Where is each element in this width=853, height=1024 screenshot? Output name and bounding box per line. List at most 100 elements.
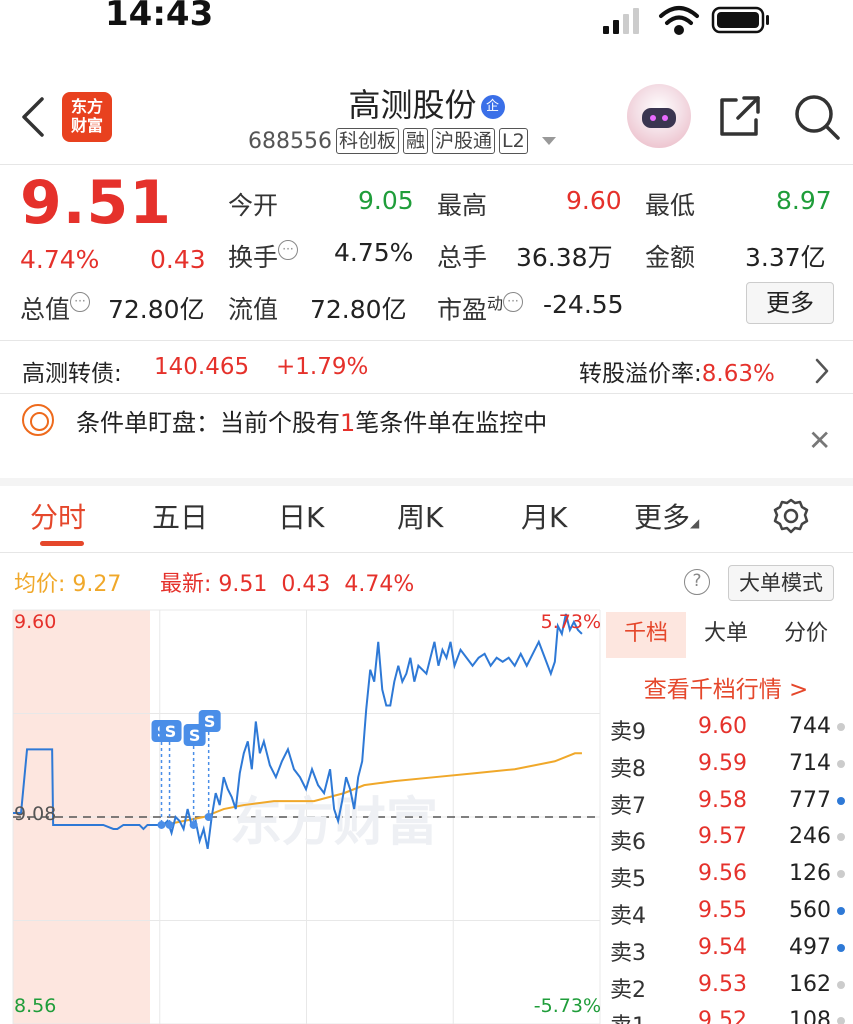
order-book-row[interactable]: 卖5 9.56 126 [610, 861, 845, 898]
y-min-label: 8.56 [14, 995, 56, 1017]
level-volume: 246 [789, 824, 831, 850]
bond-price: 140.465 [154, 354, 250, 380]
tab-intraday[interactable]: 分时 [30, 496, 86, 536]
order-book-row[interactable]: 卖2 9.53 162 [610, 972, 845, 1009]
wifi-icon [659, 6, 699, 35]
pe-label[interactable]: 市盈动 ··· [437, 290, 524, 326]
target-icon [22, 404, 54, 436]
condition-order-alert[interactable]: 条件单盯盘：当前个股有1笔条件单在监控中 [76, 403, 547, 438]
order-dot-icon [837, 980, 845, 989]
high-label: 最高 [437, 191, 488, 220]
level-volume: 744 [789, 714, 831, 739]
tab-monthly-k[interactable]: 月K [521, 496, 567, 536]
chevron-right-icon[interactable] [814, 357, 830, 389]
tab-weekly-k[interactable]: 周K [397, 496, 443, 536]
sell-marker-label: S [165, 722, 177, 741]
tab-five-day[interactable]: 五日 [152, 496, 208, 536]
mktcap-label[interactable]: 总值 ··· [20, 290, 91, 326]
search-icon [795, 95, 840, 140]
latest-info: 最新: 9.51 0.43 4.74% [160, 572, 415, 597]
level-volume: 560 [789, 898, 831, 923]
tab-thousand-level[interactable]: 千档 [606, 612, 686, 658]
big-order-mode-button[interactable]: 大单模式 [728, 565, 834, 601]
search-button[interactable] [793, 93, 841, 145]
close-icon[interactable]: ✕ [808, 424, 831, 457]
intraday-chart[interactable]: 东方财富 SSSS 9.60 9.08 8.56 5.73% -5.73% [0, 600, 606, 1024]
premium-row[interactable]: 转股溢价率:8.63% [579, 354, 775, 388]
amount-value: 3.37亿 [745, 243, 826, 272]
share-icon [720, 96, 760, 136]
status-time: 14:43 [105, 0, 214, 34]
bond-label[interactable]: 高测转债: [22, 354, 122, 388]
turnover-label[interactable]: 换手 ··· [228, 238, 299, 274]
tag-star-market: 科创板 [335, 128, 399, 154]
level-price: 9.58 [698, 787, 747, 813]
sell-marker-label: S [189, 726, 201, 745]
pct-min-label: -5.73% [534, 995, 601, 1017]
order-book-row[interactable]: 卖3 9.54 497 [610, 935, 845, 972]
level-name: 卖8 [610, 756, 646, 782]
share-button[interactable] [716, 92, 764, 144]
trade-markers: SSSS [151, 710, 221, 829]
tab-daily-k[interactable]: 日K [278, 496, 324, 536]
info-icon: ··· [278, 240, 299, 260]
thousand-level-link[interactable]: 查看千档行情 > [606, 670, 846, 704]
float-label: 流值 [228, 295, 279, 324]
level-price: 9.54 [698, 934, 747, 960]
tab-big-order[interactable]: 大单 [686, 612, 766, 658]
tag-connect: 沪股通 [432, 128, 496, 154]
level-price: 9.52 [698, 1008, 747, 1024]
turnover-value: 4.75% [334, 238, 414, 267]
assistant-avatar[interactable] [627, 84, 691, 148]
settings-button[interactable] [772, 497, 810, 539]
float-value: 72.80亿 [310, 295, 407, 324]
level-volume: 126 [789, 861, 831, 887]
level-price: 9.56 [698, 861, 747, 887]
order-dot-icon [837, 796, 845, 805]
level-name: 卖1 [610, 1008, 646, 1024]
high-value: 9.60 [566, 186, 622, 215]
order-dot-icon [837, 870, 845, 879]
tab-active-indicator [40, 541, 84, 546]
tag-level2: L2 [499, 128, 528, 154]
order-book-row[interactable]: 卖1 9.52 108 [610, 1008, 845, 1024]
last-price: 9.51 [20, 168, 173, 238]
battery-icon [711, 6, 769, 34]
level-name: 卖7 [610, 793, 646, 819]
low-label: 最低 [645, 191, 696, 220]
stock-code-line[interactable]: 688556 科创板 融 沪股通 L2 [248, 128, 556, 154]
stock-name: 高测股份 [348, 86, 477, 124]
order-book-row[interactable]: 卖7 9.58 777 [610, 788, 845, 825]
chevron-down-icon [541, 137, 556, 145]
level-volume: 162 [789, 971, 831, 997]
help-icon[interactable]: ? [684, 569, 710, 595]
pe-value: -24.55 [543, 290, 624, 319]
level-name: 卖4 [610, 904, 646, 929]
marker-dot [157, 820, 166, 829]
level-name: 卖5 [610, 867, 646, 893]
tag-margin: 融 [403, 128, 429, 154]
info-icon: ··· [503, 292, 524, 312]
tab-more[interactable]: 更多◢ [634, 496, 699, 536]
order-book-row[interactable]: 卖9 9.60 744 [610, 714, 845, 751]
section-separator [0, 478, 853, 486]
level-price: 9.60 [698, 714, 747, 739]
order-book-row[interactable]: 卖6 9.57 246 [610, 824, 845, 861]
marker-dot [189, 820, 198, 829]
more-quote-button[interactable]: 更多 [746, 282, 834, 324]
order-book-row[interactable]: 卖8 9.59 714 [610, 751, 845, 788]
tab-price-breakdown[interactable]: 分价 [766, 612, 846, 658]
prev-close-label: 9.08 [14, 803, 56, 825]
order-book-row[interactable]: 卖4 9.55 560 [610, 898, 845, 935]
change-amount: 0.43 [150, 245, 206, 274]
divider [0, 164, 853, 165]
sell-marker-label: S [204, 712, 216, 731]
volume-value: 36.38万 [516, 243, 613, 272]
stock-code: 688556 [248, 128, 332, 154]
level-volume: 714 [789, 750, 831, 776]
level-price: 9.59 [698, 750, 747, 776]
mktcap-value: 72.80亿 [108, 295, 205, 324]
order-dot-icon [837, 1017, 845, 1024]
level-name: 卖9 [610, 720, 646, 745]
level-price: 9.55 [698, 898, 747, 923]
